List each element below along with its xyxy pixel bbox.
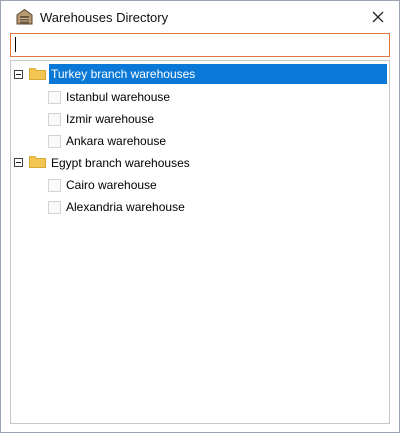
tree-group-turkey[interactable]: Turkey branch warehouses	[49, 64, 387, 84]
tree-group-egypt[interactable]: Egypt branch warehouses	[49, 153, 192, 173]
collapse-toggle-egypt[interactable]	[14, 158, 23, 167]
folder-icon	[29, 156, 46, 168]
tree-item-izmir[interactable]: Izmir warehouse	[64, 109, 156, 129]
checkbox-istanbul[interactable]	[48, 91, 61, 104]
text-caret	[15, 37, 16, 52]
dialog-window: Warehouses Directory Turkey branch wareh…	[0, 0, 400, 433]
title-bar: Warehouses Directory	[1, 1, 399, 33]
collapse-toggle-turkey[interactable]	[14, 70, 23, 79]
checkbox-ankara[interactable]	[48, 135, 61, 148]
tree-item-istanbul[interactable]: Istanbul warehouse	[64, 87, 172, 107]
close-icon	[372, 11, 384, 23]
checkbox-alexandria[interactable]	[48, 201, 61, 214]
close-button[interactable]	[357, 1, 399, 33]
tree-item-alexandria[interactable]: Alexandria warehouse	[64, 197, 187, 217]
warehouse-tree[interactable]: Turkey branch warehouses Istanbul wareho…	[10, 60, 390, 424]
folder-icon	[29, 68, 46, 80]
warehouse-icon	[16, 8, 33, 25]
tree-item-cairo[interactable]: Cairo warehouse	[64, 175, 159, 195]
window-title: Warehouses Directory	[40, 10, 169, 25]
search-input[interactable]	[10, 33, 390, 57]
checkbox-cairo[interactable]	[48, 179, 61, 192]
tree-item-ankara[interactable]: Ankara warehouse	[64, 131, 168, 151]
checkbox-izmir[interactable]	[48, 113, 61, 126]
